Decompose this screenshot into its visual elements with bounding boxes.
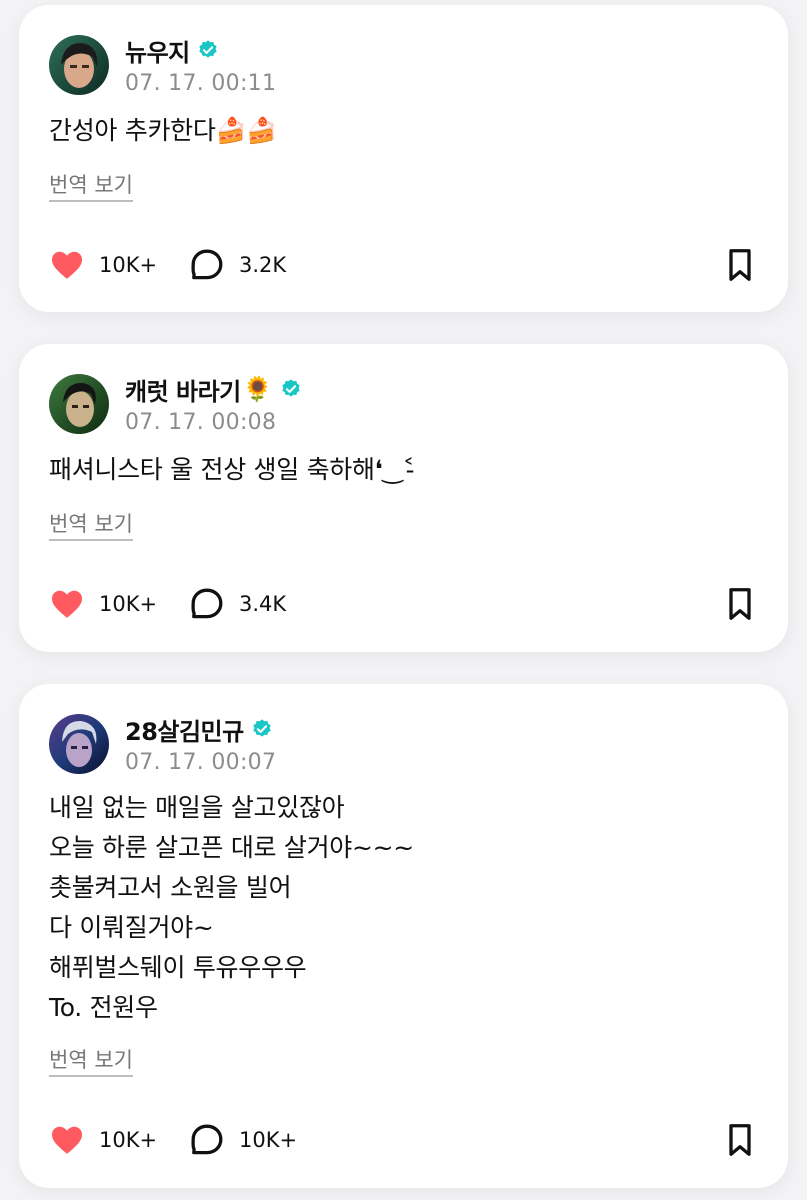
bookmark-icon[interactable] — [722, 247, 758, 283]
action-bar: 10K+ 3.2K — [49, 245, 758, 285]
timestamp: 07. 17. 00:07 — [125, 750, 277, 775]
translate-link[interactable]: 번역 보기 — [49, 510, 133, 541]
action-bar: 10K+ 10K+ — [49, 1120, 758, 1160]
avatar[interactable] — [49, 714, 109, 774]
avatar[interactable] — [49, 35, 109, 95]
speech-bubble-icon[interactable] — [189, 1122, 225, 1158]
post-text-line: 패셔니스타 울 전상 생일 축하해❛‿˂̵ — [49, 455, 415, 484]
author-name[interactable]: 뉴우지 — [125, 33, 190, 68]
like-button[interactable]: 10K+ — [49, 247, 189, 283]
post-card: 뉴우지 07. 17. 00:11 간성아 추카한다🍰🍰 번역 보기 10K+ … — [19, 5, 788, 312]
bookmark-icon[interactable] — [722, 1122, 758, 1158]
timestamp: 07. 17. 00:11 — [125, 71, 277, 96]
heart-icon[interactable] — [49, 586, 85, 622]
verified-badge-icon — [253, 719, 271, 737]
translate-link[interactable]: 번역 보기 — [49, 1046, 133, 1077]
post-text-line: 해퓌벌스뒈이 투유우우우 — [49, 953, 307, 982]
post-text-line: To. 전원우 — [49, 993, 158, 1022]
post-text-line: 오늘 하룬 살고픈 대로 살거야~~~ — [49, 833, 414, 862]
post-text: 간성아 추카한다🍰🍰 — [49, 111, 278, 151]
author-name[interactable]: 28살김민규 — [125, 712, 244, 747]
post-card: 캐럿 바라기 🌻 07. 17. 00:08 패셔니스타 울 전상 생일 축하해… — [19, 344, 788, 652]
speech-bubble-icon[interactable] — [189, 586, 225, 622]
post-text-line: 내일 없는 매일을 살고있잖아 — [49, 793, 345, 822]
comment-button[interactable]: 3.2K — [189, 247, 286, 283]
heart-icon[interactable] — [49, 247, 85, 283]
like-button[interactable]: 10K+ — [49, 586, 189, 622]
bookmark-icon[interactable] — [722, 586, 758, 622]
action-bar: 10K+ 3.4K — [49, 584, 758, 624]
post-text: 내일 없는 매일을 살고있잖아 오늘 하룬 살고픈 대로 살거야~~~ 촛불켜고… — [49, 788, 414, 1028]
post-text: 패셔니스타 울 전상 생일 축하해❛‿˂̵ — [49, 450, 415, 490]
comment-count: 10K+ — [239, 1128, 298, 1152]
sunflower-icon: 🌻 — [242, 375, 273, 403]
post-text-line: 촛불켜고서 소원을 빌어 — [49, 873, 292, 902]
verified-badge-icon — [281, 379, 300, 397]
like-count: 10K+ — [99, 1128, 158, 1152]
like-count: 10K+ — [99, 253, 158, 277]
timestamp: 07. 17. 00:08 — [125, 410, 277, 435]
heart-icon[interactable] — [49, 1122, 85, 1158]
comment-button[interactable]: 3.4K — [189, 586, 286, 622]
comment-button[interactable]: 10K+ — [189, 1122, 297, 1158]
author-name[interactable]: 캐럿 바라기 — [125, 372, 241, 407]
speech-bubble-icon[interactable] — [189, 247, 225, 283]
translate-link[interactable]: 번역 보기 — [49, 171, 133, 202]
comment-count: 3.2K — [239, 253, 287, 277]
comment-count: 3.4K — [239, 592, 287, 616]
post-text-line: 다 이뤄질거야~ — [49, 913, 214, 942]
avatar[interactable] — [49, 374, 109, 434]
post-card: 28살김민규 07. 17. 00:07 내일 없는 매일을 살고있잖아 오늘 … — [19, 684, 788, 1188]
like-count: 10K+ — [99, 592, 158, 616]
post-text-line: 간성아 추카한다🍰🍰 — [49, 116, 278, 145]
like-button[interactable]: 10K+ — [49, 1122, 189, 1158]
verified-badge-icon — [199, 40, 217, 58]
